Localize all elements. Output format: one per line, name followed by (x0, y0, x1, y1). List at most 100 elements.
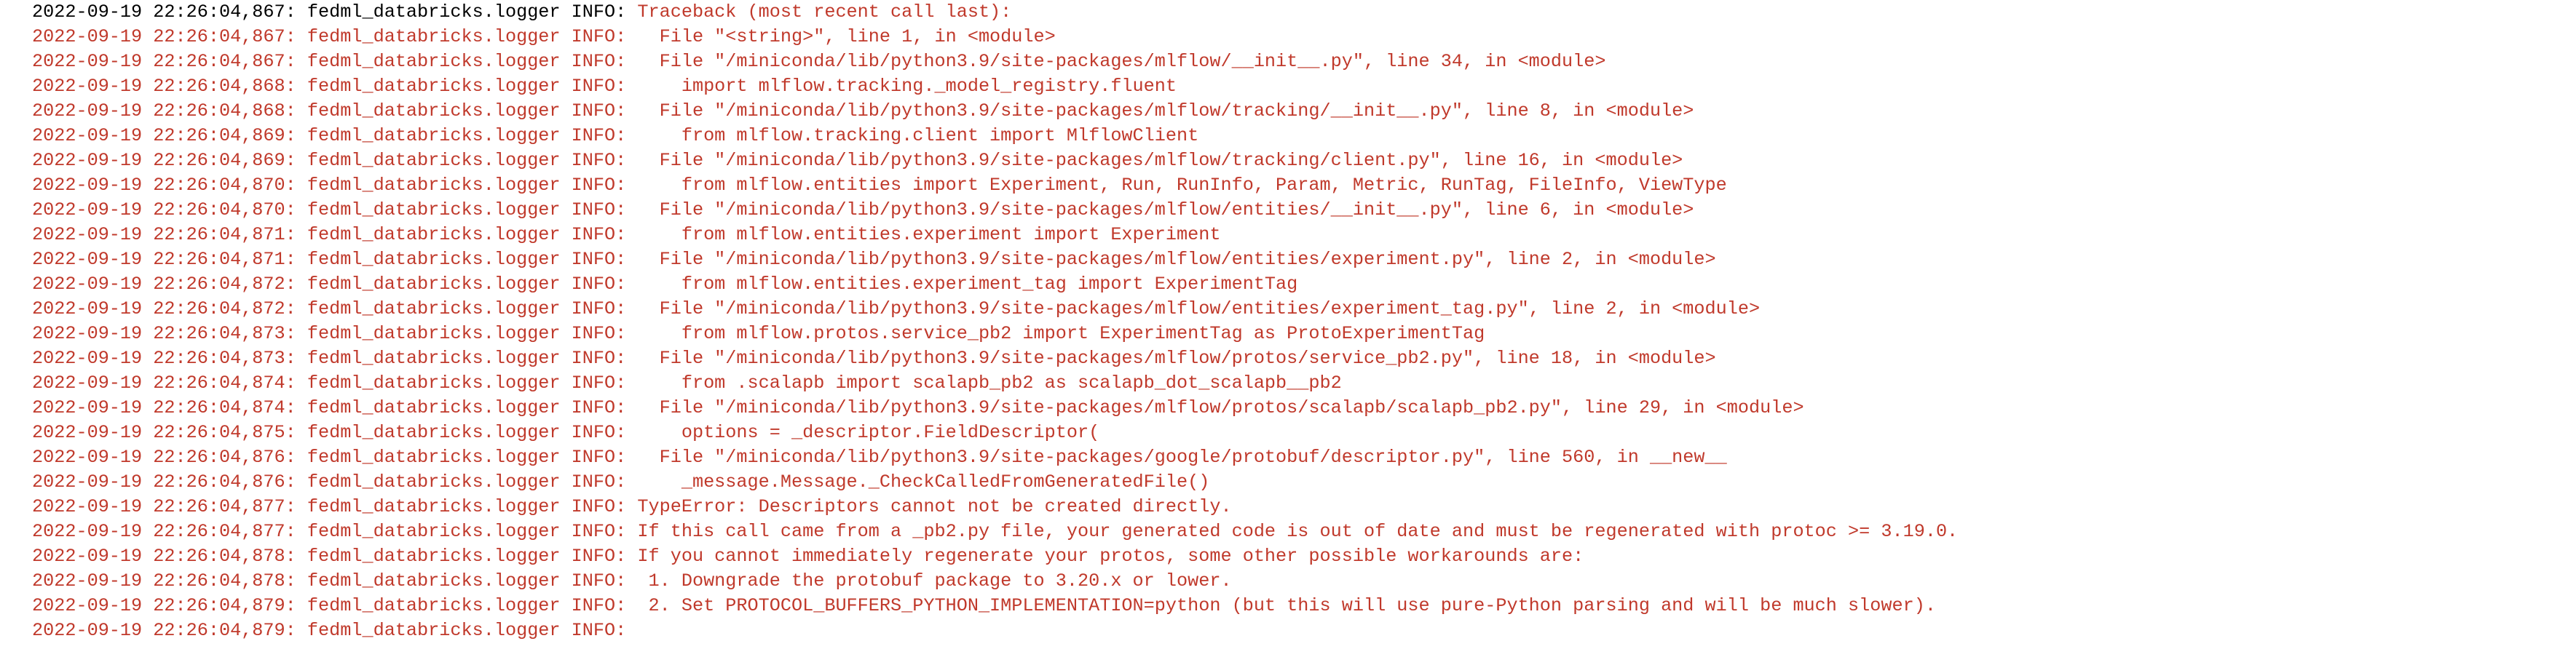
log-logger-name: fedml_databricks.logger (307, 175, 561, 196)
log-message: File "/miniconda/lib/python3.9/site-pack… (637, 199, 1694, 220)
log-logger-name: fedml_databricks.logger (307, 570, 561, 592)
log-logger-name: fedml_databricks.logger (307, 150, 561, 171)
log-line: 2022-09-19 22:26:04,876: fedml_databrick… (32, 445, 1958, 470)
log-message: _message.Message._CheckCalledFromGenerat… (637, 471, 1210, 493)
log-timestamp: 2022-09-19 22:26:04,870: (32, 199, 296, 220)
log-line: 2022-09-19 22:26:04,868: fedml_databrick… (32, 99, 1958, 124)
log-timestamp: 2022-09-19 22:26:04,877: (32, 521, 296, 542)
log-message: Traceback (most recent call last): (637, 1, 1012, 23)
log-timestamp: 2022-09-19 22:26:04,867: (32, 1, 296, 23)
log-message: from mlflow.entities import Experiment, … (637, 175, 1727, 196)
log-logger-name: fedml_databricks.logger (307, 620, 561, 641)
log-logger-name: fedml_databricks.logger (307, 249, 561, 270)
log-line: 2022-09-19 22:26:04,867: fedml_databrick… (32, 25, 1958, 49)
log-line: 2022-09-19 22:26:04,870: fedml_databrick… (32, 198, 1958, 223)
log-message: from mlflow.tracking.client import Mlflo… (637, 125, 1199, 146)
log-level: INFO: (571, 373, 627, 394)
log-level: INFO: (571, 422, 627, 443)
log-level: INFO: (571, 76, 627, 97)
log-message: options = _descriptor.FieldDescriptor( (637, 422, 1100, 443)
log-message: TypeError: Descriptors cannot not be cre… (637, 496, 1232, 517)
log-level: INFO: (571, 249, 627, 270)
log-line: 2022-09-19 22:26:04,879: fedml_databrick… (32, 594, 1958, 618)
log-level: INFO: (571, 447, 627, 468)
log-logger-name: fedml_databricks.logger (307, 373, 561, 394)
log-logger-name: fedml_databricks.logger (307, 521, 561, 542)
log-logger-name: fedml_databricks.logger (307, 397, 561, 418)
log-message: If you cannot immediately regenerate you… (637, 546, 1584, 567)
log-timestamp: 2022-09-19 22:26:04,869: (32, 125, 296, 146)
log-line: 2022-09-19 22:26:04,874: fedml_databrick… (32, 371, 1958, 396)
log-logger-name: fedml_databricks.logger (307, 471, 561, 493)
log-timestamp: 2022-09-19 22:26:04,868: (32, 76, 296, 97)
log-timestamp: 2022-09-19 22:26:04,876: (32, 447, 296, 468)
log-logger-name: fedml_databricks.logger (307, 496, 561, 517)
log-line: 2022-09-19 22:26:04,875: fedml_databrick… (32, 421, 1958, 445)
log-level: INFO: (571, 125, 627, 146)
log-timestamp: 2022-09-19 22:26:04,871: (32, 224, 296, 245)
log-logger-name: fedml_databricks.logger (307, 447, 561, 468)
log-line: 2022-09-19 22:26:04,872: fedml_databrick… (32, 272, 1958, 297)
log-line: 2022-09-19 22:26:04,869: fedml_databrick… (32, 148, 1958, 173)
log-level: INFO: (571, 620, 627, 641)
log-line: 2022-09-19 22:26:04,877: fedml_databrick… (32, 495, 1958, 519)
log-logger-name: fedml_databricks.logger (307, 298, 561, 319)
log-timestamp: 2022-09-19 22:26:04,875: (32, 422, 296, 443)
log-level: INFO: (571, 397, 627, 418)
log-logger-name: fedml_databricks.logger (307, 323, 561, 344)
log-message: 1. Downgrade the protobuf package to 3.2… (637, 570, 1232, 592)
log-level: INFO: (571, 150, 627, 171)
log-message: from mlflow.entities.experiment import E… (637, 224, 1221, 245)
log-logger-name: fedml_databricks.logger (307, 199, 561, 220)
log-line: 2022-09-19 22:26:04,872: fedml_databrick… (32, 297, 1958, 322)
log-logger-name: fedml_databricks.logger (307, 100, 561, 122)
log-timestamp: 2022-09-19 22:26:04,873: (32, 323, 296, 344)
log-timestamp: 2022-09-19 22:26:04,872: (32, 298, 296, 319)
log-logger-name: fedml_databricks.logger (307, 1, 561, 23)
log-timestamp: 2022-09-19 22:26:04,872: (32, 274, 296, 295)
log-logger-name: fedml_databricks.logger (307, 125, 561, 146)
log-timestamp: 2022-09-19 22:26:04,870: (32, 175, 296, 196)
log-logger-name: fedml_databricks.logger (307, 348, 561, 369)
log-message: File "/miniconda/lib/python3.9/site-pack… (637, 249, 1716, 270)
log-message: import mlflow.tracking._model_registry.f… (637, 76, 1177, 97)
log-timestamp: 2022-09-19 22:26:04,874: (32, 373, 296, 394)
log-line: 2022-09-19 22:26:04,874: fedml_databrick… (32, 396, 1958, 421)
log-level: INFO: (571, 224, 627, 245)
log-line: 2022-09-19 22:26:04,871: fedml_databrick… (32, 223, 1958, 247)
log-lines: 2022-09-19 22:26:04,867: fedml_databrick… (32, 0, 1958, 643)
log-message: File "/miniconda/lib/python3.9/site-pack… (637, 51, 1606, 72)
log-timestamp: 2022-09-19 22:26:04,867: (32, 51, 296, 72)
log-line: 2022-09-19 22:26:04,878: fedml_databrick… (32, 569, 1958, 594)
log-line: 2022-09-19 22:26:04,870: fedml_databrick… (32, 173, 1958, 198)
log-level: INFO: (571, 100, 627, 122)
log-level: INFO: (571, 1, 627, 23)
log-level: INFO: (571, 570, 627, 592)
log-message: from mlflow.protos.service_pb2 import Ex… (637, 323, 1485, 344)
log-level: INFO: (571, 26, 627, 47)
log-level: INFO: (571, 521, 627, 542)
log-message: 2. Set PROTOCOL_BUFFERS_PYTHON_IMPLEMENT… (637, 595, 1936, 616)
log-message: File "<string>", line 1, in <module> (637, 26, 1056, 47)
log-level: INFO: (571, 348, 627, 369)
log-level: INFO: (571, 175, 627, 196)
log-timestamp: 2022-09-19 22:26:04,867: (32, 26, 296, 47)
log-message: File "/miniconda/lib/python3.9/site-pack… (637, 397, 1804, 418)
log-line: 2022-09-19 22:26:04,873: fedml_databrick… (32, 322, 1958, 346)
log-timestamp: 2022-09-19 22:26:04,877: (32, 496, 296, 517)
log-timestamp: 2022-09-19 22:26:04,876: (32, 471, 296, 493)
console-output[interactable]: 2022-09-19 22:26:04,867: fedml_databrick… (0, 0, 2576, 649)
log-timestamp: 2022-09-19 22:26:04,868: (32, 100, 296, 122)
log-logger-name: fedml_databricks.logger (307, 546, 561, 567)
log-line: 2022-09-19 22:26:04,871: fedml_databrick… (32, 247, 1958, 272)
log-level: INFO: (571, 595, 627, 616)
log-timestamp: 2022-09-19 22:26:04,878: (32, 546, 296, 567)
log-level: INFO: (571, 496, 627, 517)
log-line: 2022-09-19 22:26:04,867: fedml_databrick… (32, 0, 1958, 25)
log-timestamp: 2022-09-19 22:26:04,873: (32, 348, 296, 369)
log-line: 2022-09-19 22:26:04,877: fedml_databrick… (32, 519, 1958, 544)
log-timestamp: 2022-09-19 22:26:04,874: (32, 397, 296, 418)
log-line: 2022-09-19 22:26:04,879: fedml_databrick… (32, 618, 1958, 643)
log-message: File "/miniconda/lib/python3.9/site-pack… (637, 447, 1727, 468)
log-timestamp: 2022-09-19 22:26:04,871: (32, 249, 296, 270)
